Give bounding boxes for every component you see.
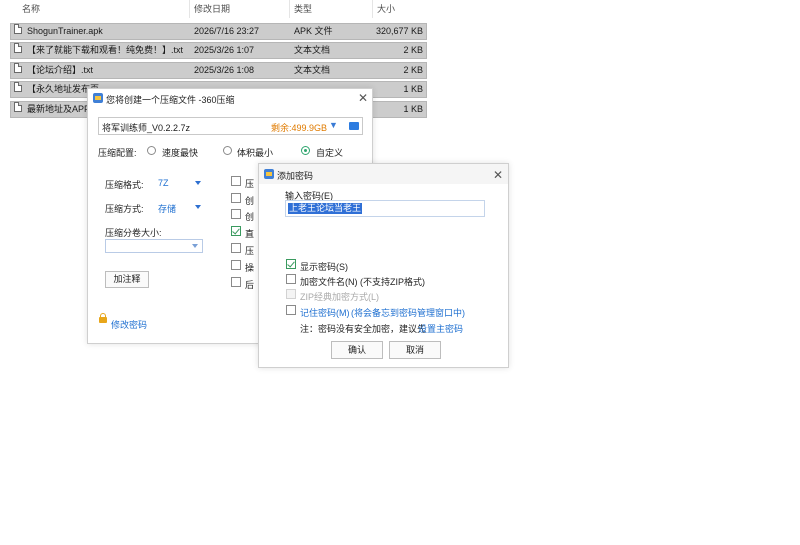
remember-password-checkbox[interactable] [286, 305, 296, 315]
option-custom-label[interactable]: 自定义 [316, 146, 343, 159]
file-icon [14, 43, 22, 53]
option-checkbox[interactable] [231, 277, 241, 287]
column-divider[interactable] [189, 0, 190, 18]
security-note: 注：密码没有安全加密，建议先 [300, 324, 427, 334]
file-icon [14, 102, 22, 112]
file-icon [14, 24, 22, 34]
file-date: 2025/3/26 1:08 [194, 65, 255, 75]
chevron-down-icon[interactable] [192, 244, 198, 248]
zip-classic-checkbox [286, 289, 296, 299]
file-type: APK 文件 [294, 26, 333, 36]
password-value[interactable]: 上老王论坛当老王 [288, 203, 363, 214]
encrypt-filenames-label[interactable]: 加密文件名(N) (不支持ZIP格式) [300, 275, 425, 288]
dialog-title: 添加密码 [277, 171, 314, 181]
format-select[interactable]: 7Z [158, 178, 169, 188]
file-row[interactable]: ShogunTrainer.apk 2026/7/16 23:27 APK 文件… [10, 23, 427, 40]
config-label: 压缩配置: [98, 148, 137, 158]
file-date: 2026/7/16 23:27 [194, 26, 260, 36]
method-select[interactable]: 存储 [158, 202, 176, 215]
dialog-title: 您将创建一个压缩文件 -360压缩 [106, 95, 235, 105]
option-checkbox-label: 直 [245, 229, 255, 239]
format-label: 压缩格式: [105, 180, 144, 190]
option-checkbox[interactable] [231, 260, 241, 270]
change-password-link[interactable]: 修改密码 [111, 318, 147, 331]
show-password-label[interactable]: 显示密码(S) [300, 260, 348, 273]
file-name: 【来了就能下载和观看！纯免费！】.txt [27, 45, 184, 55]
remember-password-note: (将会备忘到密码管理窗口中) [351, 308, 465, 318]
set-master-password-link[interactable]: 设置主密码 [418, 322, 463, 335]
radio-smallest[interactable] [223, 146, 232, 155]
file-size: 320,677 KB [375, 26, 423, 36]
option-checkbox[interactable] [231, 243, 241, 253]
column-header-name[interactable]: 名称 [22, 0, 40, 18]
column-divider[interactable] [372, 0, 373, 18]
option-checkbox-label: 压 [245, 246, 255, 256]
chevron-down-icon[interactable] [195, 205, 201, 209]
column-header-date[interactable]: 修改日期 [194, 0, 230, 18]
file-row[interactable]: 【论坛介绍】.txt 2025/3/26 1:08 文本文档 2 KB [10, 62, 427, 79]
add-comment-button[interactable]: 加注释 [105, 271, 149, 288]
file-type: 文本文档 [294, 45, 331, 55]
show-password-checkbox[interactable] [286, 259, 296, 269]
cancel-button[interactable]: 取消 [389, 341, 441, 359]
split-size-label: 压缩分卷大小: [105, 228, 162, 238]
archive-app-icon [93, 93, 103, 103]
option-checkbox-label: 压 [245, 179, 255, 189]
option-checkbox-label: 后 [245, 280, 255, 290]
option-checkbox-checked[interactable] [231, 226, 241, 236]
file-size: 2 KB [403, 45, 423, 55]
archive-app-icon [264, 169, 274, 179]
chevron-down-icon[interactable]: ▼ [329, 120, 338, 130]
file-size: 1 KB [403, 84, 423, 94]
option-checkbox[interactable] [231, 193, 241, 203]
file-icon [14, 63, 22, 73]
file-size: 1 KB [403, 104, 423, 114]
add-password-dialog: 添加密码 ✕ 输入密码(E) 上老王论坛当老王 显示密码(S) 加密文件名(N)… [258, 163, 509, 368]
file-name: ShogunTrainer.apk [27, 26, 103, 36]
sort-arrow-icon: ^ [97, 0, 102, 5]
encrypt-filenames-checkbox[interactable] [286, 274, 296, 284]
output-filename[interactable]: 将军训练师_V0.2.2.7z [102, 121, 190, 134]
close-icon[interactable]: ✕ [358, 92, 368, 104]
option-fastest-label[interactable]: 速度最快 [162, 146, 198, 159]
method-label: 压缩方式: [105, 204, 144, 214]
file-name: 【论坛介绍】.txt [27, 65, 94, 75]
option-checkbox-label: 创 [245, 212, 255, 222]
file-icon [14, 82, 22, 92]
option-checkbox[interactable] [231, 176, 241, 186]
output-path-field[interactable]: 将军训练师_V0.2.2.7z 剩余:499.9GB ▼ [98, 117, 363, 135]
lock-icon [99, 313, 107, 323]
remember-password-label[interactable]: 记住密码(M) [300, 306, 350, 319]
file-name: 最新地址及APP [27, 104, 91, 114]
column-header-type[interactable]: 类型 [294, 0, 312, 18]
close-icon[interactable]: ✕ [493, 169, 503, 181]
free-space-label: 剩余:499.9GB [271, 123, 328, 133]
chevron-down-icon[interactable] [195, 181, 201, 185]
column-header-size[interactable]: 大小 [377, 0, 395, 18]
file-type: 文本文档 [294, 65, 331, 75]
option-checkbox-label: 创 [245, 196, 255, 206]
column-divider[interactable] [289, 0, 290, 18]
password-input[interactable]: 上老王论坛当老王 [285, 200, 485, 217]
radio-custom[interactable] [301, 146, 310, 155]
split-size-combo[interactable] [105, 239, 203, 253]
zip-classic-label: ZIP经典加密方式(L) [300, 292, 380, 302]
file-row[interactable]: 【来了就能下载和观看！纯免费！】.txt 2025/3/26 1:07 文本文档… [10, 42, 427, 59]
radio-fastest[interactable] [147, 146, 156, 155]
file-date: 2025/3/26 1:07 [194, 45, 255, 55]
file-size: 2 KB [403, 65, 423, 75]
option-smallest-label[interactable]: 体积最小 [237, 146, 273, 159]
option-checkbox-label: 操 [245, 263, 255, 273]
ok-button[interactable]: 确认 [331, 341, 383, 359]
option-checkbox[interactable] [231, 209, 241, 219]
folder-icon[interactable] [349, 122, 359, 130]
